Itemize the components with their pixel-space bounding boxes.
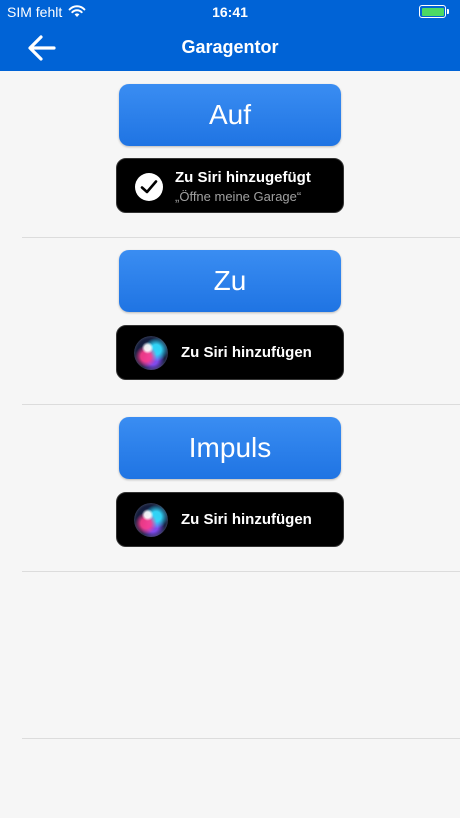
section-zu: Zu Zu Siri hinzufügen [0, 238, 460, 405]
siri-icon [134, 336, 168, 370]
add-to-siri-button[interactable]: Zu Siri hinzufügen [116, 492, 344, 547]
clock: 16:41 [212, 4, 248, 20]
add-to-siri-button[interactable]: Zu Siri hinzufügen [116, 325, 344, 380]
section-auf: Auf Zu Siri hinzugefügt „Öffne meine Gar… [0, 71, 460, 238]
divider [22, 738, 460, 739]
page-title: Garagentor [181, 37, 279, 57]
add-to-siri-label: Zu Siri hinzufügen [181, 344, 312, 361]
siri-shortcut-added-button[interactable]: Zu Siri hinzugefügt „Öffne meine Garage“ [116, 158, 344, 213]
empty-row [0, 572, 460, 739]
navigation-bar: Garagentor [0, 24, 460, 71]
siri-status-label: Zu Siri hinzugefügt [175, 169, 311, 186]
close-button[interactable]: Zu [119, 250, 341, 312]
siri-icon [134, 503, 168, 537]
siri-phrase-label: „Öffne meine Garage“ [175, 189, 302, 204]
checkmark-icon [135, 173, 163, 201]
open-button[interactable]: Auf [119, 84, 341, 146]
battery-icon [419, 5, 449, 18]
impulse-button[interactable]: Impuls [119, 417, 341, 479]
status-bar: SIM fehlt 16:41 [0, 0, 460, 24]
section-impuls: Impuls Zu Siri hinzufügen [0, 405, 460, 572]
add-to-siri-label: Zu Siri hinzufügen [181, 511, 312, 528]
